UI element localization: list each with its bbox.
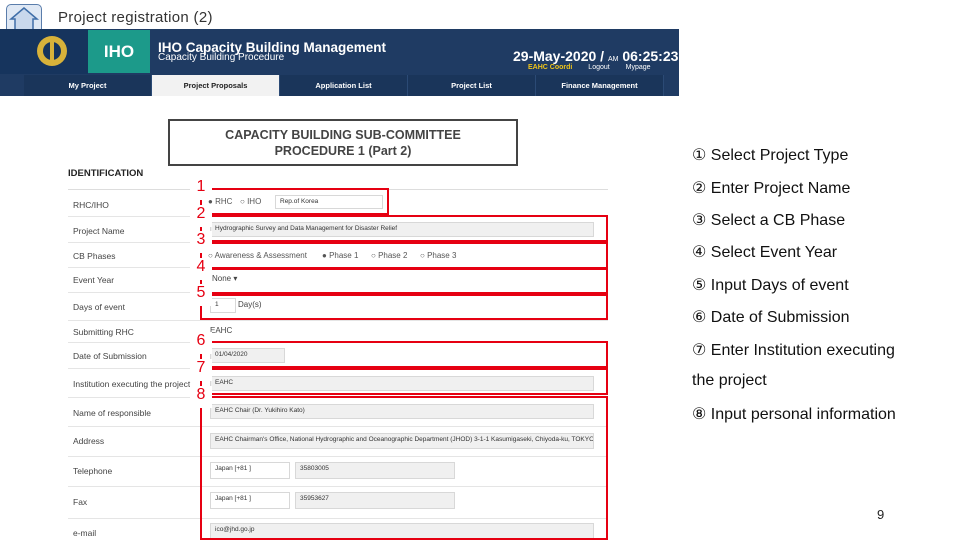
step-8: ⑧ Input personal information [692,406,896,423]
highlight-box-8 [200,396,608,540]
label-event-year: Event Year [73,275,115,285]
highlight-box-2 [200,215,608,242]
mypage-link[interactable]: Mypage [626,64,651,71]
label-fax: Fax [73,497,88,507]
highlight-box-3 [200,242,608,269]
user-link[interactable]: EAHC Coordi [528,64,572,71]
label-project-name: Project Name [73,226,125,236]
step-4: ④ Select Event Year [692,244,838,261]
banner-time: 06:25:23 [622,48,679,64]
step-7: ⑦ Enter Institution executing [692,342,895,359]
step-2: ② Enter Project Name [692,180,851,197]
banner-datetime: 29-May-2020 / AM 06:25:23 [513,48,678,64]
label-submitting-rhc: Submitting RHC [73,327,134,337]
marker-5: 5 [190,284,212,306]
label-telephone: Telephone [73,466,113,476]
marker-7: 7 [190,359,212,381]
marker-4: 4 [190,258,212,280]
highlight-box-4 [200,268,608,294]
main-nav: My Project Project Proposals Application… [24,75,664,96]
section-title: IDENTIFICATION [68,168,144,179]
nav-project-proposals[interactable]: Project Proposals [152,75,280,96]
label-date-of-submission: Date of Submission [73,351,147,361]
banner-date: 29-May-2020 / [513,48,605,64]
nav-my-project[interactable]: My Project [24,75,152,96]
nav-application-list[interactable]: Application List [280,75,408,96]
highlight-box-5 [200,294,608,320]
label-rhc-iho: RHC/IHO [73,200,109,210]
step-5: ⑤ Input Days of event [692,277,849,294]
marker-2: 2 [190,205,212,227]
nav-project-list[interactable]: Project List [408,75,536,96]
banner-subtitle: Capacity Building Procedure [158,52,285,63]
highlight-box-1 [200,188,389,215]
step-1: ① Select Project Type [692,147,849,164]
step-3: ③ Select a CB Phase [692,212,846,229]
nav-finance-management[interactable]: Finance Management [536,75,664,96]
submitting-rhc-value: EAHC [210,326,233,335]
label-address: Address [73,436,105,446]
step-6: ⑥ Date of Submission [692,309,850,326]
step-7-cont: the project [692,372,767,389]
logout-link[interactable]: Logout [588,64,609,71]
label-days-of-event: Days of event [73,302,125,312]
marker-6: 6 [190,332,212,354]
iho-logo [0,29,88,74]
procedure-title-box: CAPACITY BUILDING SUB-COMMITTEE PROCEDUR… [168,119,518,166]
iho-badge: IHO [88,30,150,73]
procedure-title-line2: PROCEDURE 1 (Part 2) [274,144,412,158]
page-number: 9 [877,507,885,522]
label-email: e-mail [73,528,97,538]
marker-1: 1 [190,178,212,200]
label-cb-phases: CB Phases [73,251,116,261]
procedure-title-line1: CAPACITY BUILDING SUB-COMMITTEE [225,128,461,142]
banner-links: EAHC Coordi Logout Mypage [528,64,665,71]
highlight-box-6 [200,341,608,368]
label-institution: Institution executing the project [73,379,191,389]
marker-3: 3 [190,231,212,253]
slide-title: Project registration (2) [58,9,213,26]
marker-8: 8 [190,386,212,408]
highlight-box-7 [200,368,608,395]
label-responsible: Name of responsible [73,408,151,418]
banner-ampm: AM [607,56,619,63]
